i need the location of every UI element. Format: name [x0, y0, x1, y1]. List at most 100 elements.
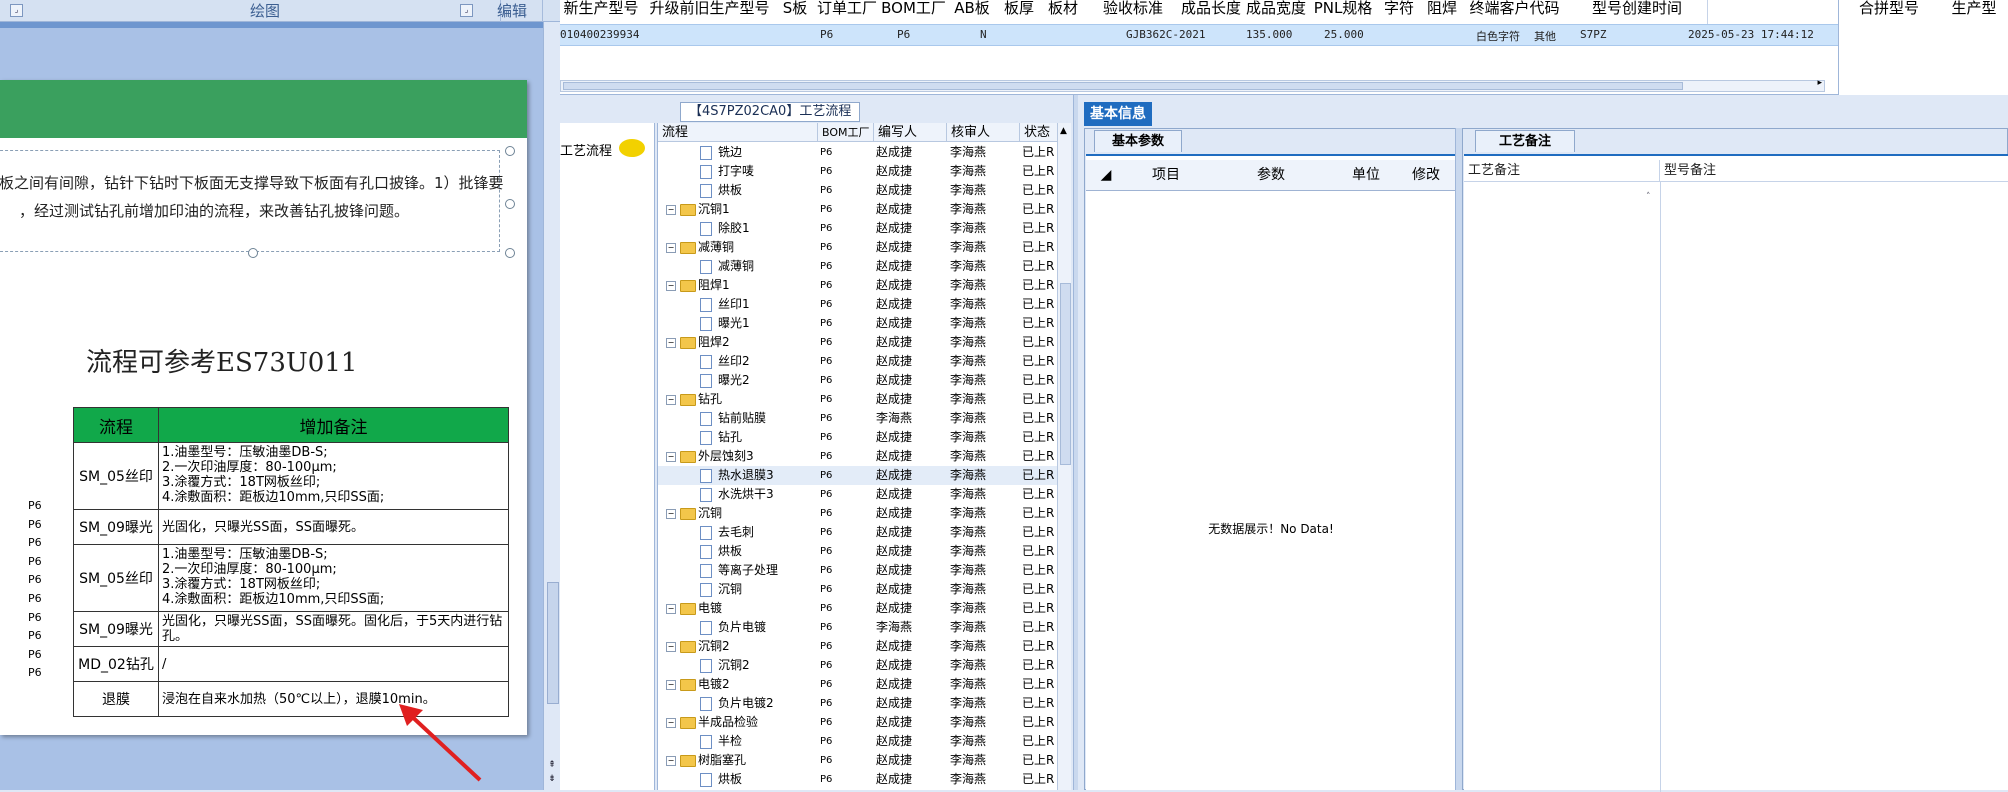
params-header-edit[interactable]: 修改 — [1396, 160, 1457, 191]
tree-row[interactable]: 丝印2 P6 赵成捷 李海燕 已上R — [658, 352, 1058, 371]
tree-row[interactable]: − 半成品检验 P6 赵成捷 李海燕 已上R — [658, 713, 1058, 732]
tree-row[interactable]: 烘板 P6 赵成捷 李海燕 已上R — [658, 542, 1058, 561]
collapse-toggle-icon[interactable]: − — [666, 604, 676, 614]
tree-row[interactable]: − 外层蚀刻3 P6 赵成捷 李海燕 已上R — [658, 447, 1058, 466]
scroll-right-icon[interactable]: ▸ — [1817, 78, 1822, 88]
tree-row[interactable]: − 沉铜 P6 赵成捷 李海燕 已上R — [658, 504, 1058, 523]
tree-row[interactable]: 丝印1 P6 赵成捷 李海燕 已上R — [658, 295, 1058, 314]
chevron-up-icon[interactable]: ˄ — [1646, 192, 1651, 202]
column-header[interactable]: 订单工厂 — [813, 0, 882, 24]
scrollbar-thumb[interactable] — [1060, 283, 1071, 465]
column-header[interactable]: PNL规格 — [1310, 0, 1377, 24]
tree-row[interactable]: 沉铜2 P6 赵成捷 李海燕 已上R — [658, 656, 1058, 675]
tree-row[interactable]: 半检 P6 赵成捷 李海燕 已上R — [658, 732, 1058, 751]
document-scrollbar[interactable]: ⇞ ⇟ — [543, 22, 560, 790]
tree-row[interactable]: 热水退膜3 P6 赵成捷 李海燕 已上R — [658, 466, 1058, 485]
process-note: 1.油墨型号：压敏油墨DB-S; 2.一次印油厚度：80-100μm; 3.涂覆方式… — [158, 544, 509, 612]
resize-handle[interactable] — [248, 248, 258, 258]
tree-header-bom[interactable]: BOM工厂 — [818, 123, 874, 142]
tree-row[interactable]: − 沉铜1 P6 赵成捷 李海燕 已上R — [658, 200, 1058, 219]
resize-handle[interactable] — [505, 146, 515, 156]
collapse-toggle-icon[interactable]: − — [666, 338, 676, 348]
tab-process-notes[interactable]: 工艺备注 — [1475, 130, 1575, 152]
comment-bubble-icon[interactable] — [619, 139, 645, 157]
collapse-toggle-icon[interactable]: − — [666, 680, 676, 690]
table-row[interactable]: 010400239934 P6 P6 N GJB362C-2021 135.00… — [560, 24, 1840, 46]
tree-row[interactable]: − 树脂塞孔 P6 赵成捷 李海燕 已上R — [658, 751, 1058, 770]
column-header[interactable]: 新生产型号 — [560, 0, 643, 24]
tab-basic-info[interactable]: 基本信息 — [1084, 102, 1152, 126]
tree-row[interactable]: − 沉铜2 P6 赵成捷 李海燕 已上R — [658, 637, 1058, 656]
collapse-toggle-icon[interactable]: − — [666, 509, 676, 519]
horizontal-scrollbar[interactable]: ▸ — [560, 78, 1825, 92]
tree-row[interactable]: 打字唛 P6 赵成捷 李海燕 已上R — [658, 162, 1058, 181]
column-header[interactable]: 成品宽度 — [1242, 0, 1311, 24]
tree-row[interactable]: 除胶1 P6 赵成捷 李海燕 已上R — [658, 219, 1058, 238]
params-header-item[interactable]: 项目 — [1126, 160, 1207, 191]
tree-row[interactable]: − 阻焊1 P6 赵成捷 李海燕 已上R — [658, 276, 1058, 295]
tree-row[interactable]: 水洗烘干3 P6 赵成捷 李海燕 已上R — [658, 485, 1058, 504]
column-header[interactable]: 阻焊 — [1422, 0, 1463, 24]
next-page-icon[interactable]: ⇟ — [546, 774, 558, 784]
column-header[interactable]: 升级前旧生产型号 — [642, 0, 778, 24]
collapse-toggle-icon[interactable]: − — [666, 243, 676, 253]
tree-row[interactable]: − 钻孔 P6 赵成捷 李海燕 已上R — [658, 390, 1058, 409]
resize-handle[interactable] — [505, 199, 515, 209]
side-header: 合拼型号 — [1849, 0, 1929, 24]
collapse-toggle-icon[interactable]: − — [666, 756, 676, 766]
column-header[interactable]: BOM工厂 — [881, 0, 947, 24]
params-header-unit[interactable]: 单位 — [1336, 160, 1397, 191]
column-header[interactable]: AB板 — [946, 0, 999, 24]
column-header[interactable]: 终端客户代码 — [1462, 0, 1568, 24]
scroll-up-icon[interactable]: ▲ — [1060, 126, 1067, 136]
collapse-toggle-icon[interactable]: − — [666, 718, 676, 728]
tree-header-flow[interactable]: 流程 — [658, 123, 818, 142]
column-header[interactable]: 板厚 — [998, 0, 1041, 24]
tree-scrollbar[interactable]: ▲ — [1057, 123, 1071, 790]
tree-header-writer[interactable]: 编写人 — [874, 123, 947, 142]
ribbon-group-draw[interactable]: 绘图 — [30, 0, 501, 22]
tree-row[interactable]: − 电镀 P6 赵成捷 李海燕 已上R — [658, 599, 1058, 618]
tree-row[interactable]: 减薄铜 P6 赵成捷 李海燕 已上R — [658, 257, 1058, 276]
column-header[interactable]: 成品长度 — [1180, 0, 1243, 24]
text-box[interactable]: 板之间有间隙，钻针下钻时下板面无支撑导致下板面有孔口披锋。1）批锋要 ，经过测试… — [0, 146, 515, 258]
tab-basic-params[interactable]: 基本参数 — [1094, 130, 1182, 152]
tree-row[interactable]: 铣边 P6 赵成捷 李海燕 已上R — [658, 143, 1058, 162]
tree-row[interactable]: 钻前贴膜 P6 李海燕 李海燕 已上R — [658, 409, 1058, 428]
collapse-toggle-icon[interactable]: − — [666, 452, 676, 462]
collapse-toggle-icon[interactable]: − — [666, 281, 676, 291]
column-header[interactable]: 字符 — [1376, 0, 1423, 24]
column-header[interactable]: 板材 — [1040, 0, 1087, 24]
tree-header-reviewer[interactable]: 核审人 — [947, 123, 1020, 142]
prev-page-icon[interactable]: ⇞ — [546, 760, 558, 770]
tree-row[interactable]: 沉铜 P6 赵成捷 李海燕 已上R — [658, 580, 1058, 599]
notes-header-process[interactable]: 工艺备注 — [1464, 160, 1660, 182]
resize-handle[interactable] — [505, 248, 515, 258]
tree-row[interactable]: 负片电镀2 P6 赵成捷 李海燕 已上R — [658, 694, 1058, 713]
scrollbar-thumb[interactable] — [547, 582, 559, 704]
tree-row[interactable]: − 减薄铜 P6 赵成捷 李海燕 已上R — [658, 238, 1058, 257]
params-header-value[interactable]: 参数 — [1206, 160, 1337, 191]
tree-row[interactable]: − 阻焊2 P6 赵成捷 李海燕 已上R — [658, 333, 1058, 352]
notes-header-model[interactable]: 型号备注 — [1660, 160, 2008, 182]
tree-row[interactable]: 负片电镀 P6 李海燕 李海燕 已上R — [658, 618, 1058, 637]
dialog-launcher-icon[interactable]: ⌟ — [10, 4, 23, 17]
tree-row[interactable]: 曝光1 P6 赵成捷 李海燕 已上R — [658, 314, 1058, 333]
column-header[interactable]: 型号创建时间 — [1567, 0, 1708, 24]
column-header[interactable]: S板 — [777, 0, 814, 24]
scrollbar-thumb[interactable] — [563, 82, 1683, 90]
tree-row[interactable]: 烘板 P6 赵成捷 李海燕 已上R — [658, 181, 1058, 200]
collapse-toggle-icon[interactable]: − — [666, 205, 676, 215]
tree-row[interactable]: 曝光2 P6 赵成捷 李海燕 已上R — [658, 371, 1058, 390]
dialog-launcher-icon[interactable]: ⌟ — [460, 4, 473, 17]
tree-row[interactable]: 烘板 P6 赵成捷 李海燕 已上R — [658, 770, 1058, 789]
tree-header-status[interactable]: 状态 — [1020, 123, 1058, 142]
tree-row[interactable]: 钻孔 P6 赵成捷 李海燕 已上R — [658, 428, 1058, 447]
column-header[interactable]: 验收标准 — [1086, 0, 1181, 24]
tree-row[interactable]: 去毛刺 P6 赵成捷 李海燕 已上R — [658, 523, 1058, 542]
collapse-toggle-icon[interactable]: − — [666, 395, 676, 405]
tree-row[interactable]: − 电镀2 P6 赵成捷 李海燕 已上R — [658, 675, 1058, 694]
tree-row[interactable]: 等离子处理 P6 赵成捷 李海燕 已上R — [658, 561, 1058, 580]
ribbon-group-edit[interactable]: 编辑 — [482, 0, 543, 22]
collapse-toggle-icon[interactable]: − — [666, 642, 676, 652]
